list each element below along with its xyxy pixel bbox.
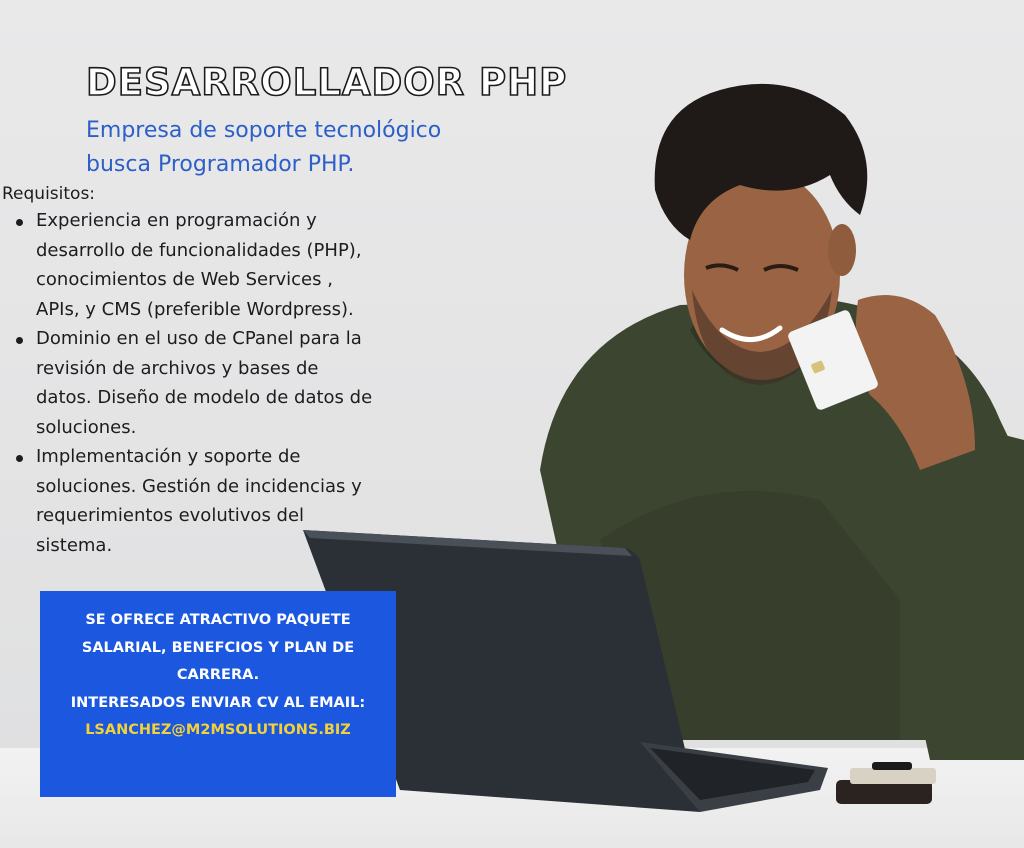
offer-line: CARRERA. <box>176 667 260 683</box>
ear <box>828 224 856 276</box>
offer-box: SE OFRECE ATRACTIVO PAQUETE SALARIAL, BE… <box>40 591 396 797</box>
subtitle-line: busca Programador PHP. <box>86 152 355 177</box>
requirement-line: APIs, y CMS (preferible Wordpress). <box>36 298 354 320</box>
requirement-line: desarrollo de funcionalidades (PHP), <box>36 239 362 261</box>
requirement-line: conocimientos de Web Services , <box>36 269 333 290</box>
requirement-item: Experiencia en programación y desarrollo… <box>16 206 486 324</box>
offer-line: SE OFRECE ATRACTIVO PAQUETE <box>85 612 351 628</box>
requirement-item: Implementación y soporte de soluciones. … <box>16 442 486 560</box>
requirement-line: soluciones. <box>36 416 137 438</box>
subtitle-line: Empresa de soporte tecnológico <box>86 118 442 143</box>
requirement-line: soluciones. Gestión de incidencias y <box>36 475 362 497</box>
requirement-line: Implementación y soporte de <box>36 446 301 467</box>
page-title: DESARROLLADOR PHP <box>85 61 568 104</box>
requirement-line: sistema. <box>36 534 113 556</box>
requirement-line: revisión de archivos y bases de <box>36 357 319 379</box>
offer-line: INTERESADOS ENVIAR CV AL EMAIL: <box>70 694 366 711</box>
requirement-line: requerimientos evolutivos del <box>36 505 305 526</box>
contact-email-link[interactable]: LSANCHEZ@M2MSOLUTIONS.BIZ <box>50 717 386 745</box>
requirements-list: Experiencia en programación y desarrollo… <box>0 206 486 560</box>
requirements-label: Requisitos: <box>2 184 96 204</box>
offer-line: SALARIAL, BENEFCIOS Y PLAN DE <box>81 639 355 656</box>
requirement-line: datos. Diseño de modelo de datos de <box>36 387 373 408</box>
subtitle: Empresa de soporte tecnológico busca Pro… <box>86 114 556 182</box>
requirement-line: Dominio en el uso de CPanel para la <box>36 328 362 349</box>
requirement-line: Experiencia en programación y <box>36 210 317 231</box>
wallet-and-phone <box>836 762 936 804</box>
requirement-item: Dominio en el uso de CPanel para la revi… <box>16 324 486 442</box>
